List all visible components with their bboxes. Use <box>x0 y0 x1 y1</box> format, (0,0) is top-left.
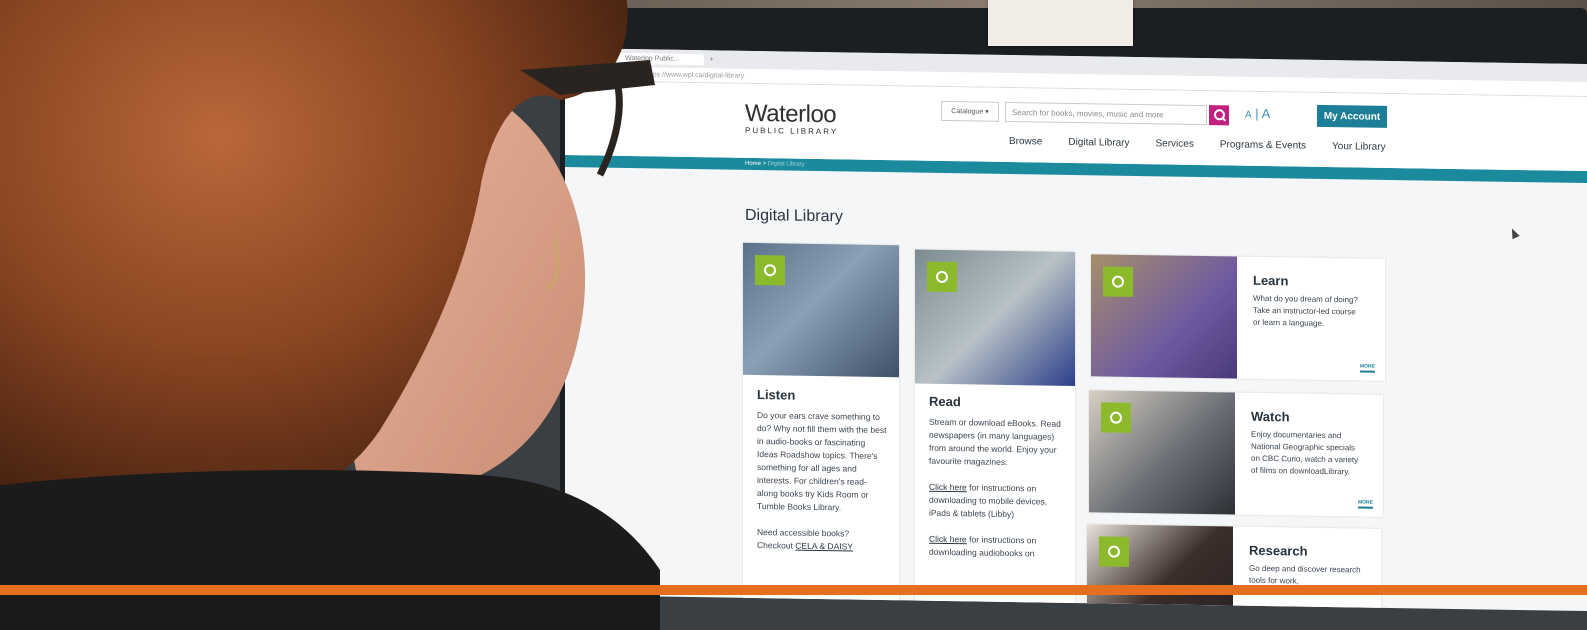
card-listen[interactable]: Listen Do your ears crave something to d… <box>743 242 899 612</box>
font-small-button[interactable]: A <box>1245 110 1252 121</box>
play-icon <box>1101 402 1131 433</box>
card-research[interactable]: Research Go deep and discover research t… <box>1087 524 1381 612</box>
read-mobile-link[interactable]: Click here <box>929 482 967 493</box>
card-read[interactable]: Read Stream or download eBooks. Read new… <box>915 249 1075 612</box>
sticky-note <box>988 0 1133 46</box>
new-tab-icon[interactable]: + <box>710 56 714 63</box>
person-foreground <box>0 0 660 630</box>
card-read-body: Stream or download eBooks. Read newspape… <box>929 416 1061 559</box>
card-learn[interactable]: Learn What do you dream of doing? Take a… <box>1091 254 1385 381</box>
card-watch[interactable]: Watch Enjoy documentaries and National G… <box>1089 390 1383 517</box>
nav-programs-events[interactable]: Programs & Events <box>1220 139 1306 151</box>
breadcrumb-current: Digital Library <box>767 161 805 168</box>
chart-icon <box>1099 536 1129 567</box>
font-large-button[interactable]: A <box>1262 106 1271 121</box>
bottom-orange-strip <box>0 585 1587 595</box>
card-watch-title: Watch <box>1251 408 1290 425</box>
card-learn-title: Learn <box>1253 272 1289 289</box>
card-learn-body: What do you dream of doing? Take an inst… <box>1253 293 1358 328</box>
nav-browse[interactable]: Browse <box>1009 136 1042 148</box>
book-icon <box>927 261 957 293</box>
headphones-icon <box>755 254 785 286</box>
card-watch-body: Enjoy documentaries and National Geograp… <box>1251 429 1359 477</box>
read-audiobook-link[interactable]: Click here <box>929 534 967 545</box>
cela-daisy-link[interactable]: CELA & DAISY <box>795 541 853 552</box>
learn-more-link[interactable]: MORE <box>1360 363 1375 373</box>
card-read-title: Read <box>929 393 961 410</box>
search-scope-select[interactable]: Catalogue ▾ <box>941 100 999 122</box>
nav-your-library[interactable]: Your Library <box>1332 141 1386 153</box>
search-input[interactable]: Search for books, movies, music and more <box>1005 101 1207 126</box>
my-account-button[interactable]: My Account <box>1317 104 1387 128</box>
card-listen-title: Listen <box>757 387 796 403</box>
search-bar: Catalogue ▾ Search for books, movies, mu… <box>941 100 1229 126</box>
card-research-title: Research <box>1249 542 1308 559</box>
watch-more-link[interactable]: MORE <box>1358 499 1373 509</box>
site-logo[interactable]: Waterloo PUBLIC LIBRARY <box>745 100 838 136</box>
monitor-screen: Waterloo Public... + https://www.wpl.ca/… <box>565 48 1587 612</box>
font-size-control[interactable]: A | A <box>1245 106 1270 121</box>
page-title: Digital Library <box>745 206 843 226</box>
search-icon[interactable] <box>1209 105 1229 126</box>
card-listen-body: Do your ears crave something to do? Why … <box>757 410 887 552</box>
nav-services[interactable]: Services <box>1156 138 1194 150</box>
nav-digital-library[interactable]: Digital Library <box>1068 137 1129 149</box>
breadcrumb-home[interactable]: Home <box>745 161 761 167</box>
lightbulb-icon <box>1103 266 1133 297</box>
main-nav: Browse Digital Library Services Programs… <box>1009 136 1412 153</box>
